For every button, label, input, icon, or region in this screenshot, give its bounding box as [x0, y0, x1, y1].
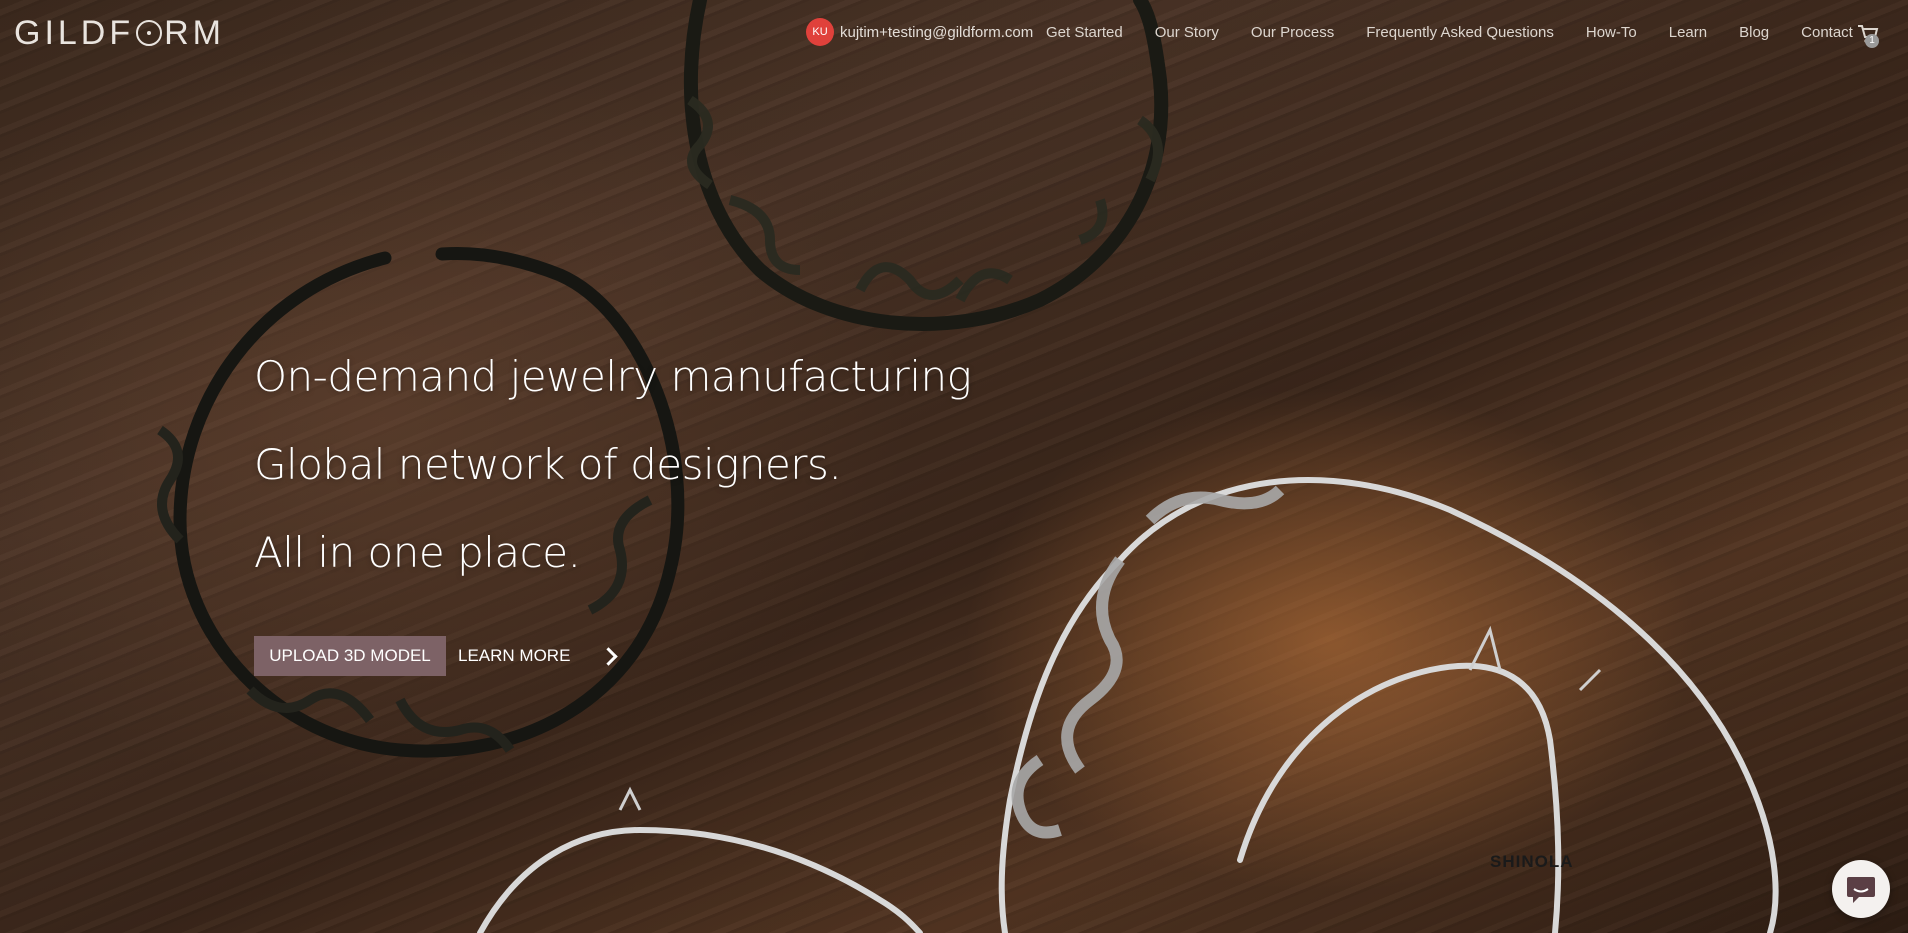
partner-logo-shinola: SHINOLA	[1490, 852, 1574, 871]
learn-more-label: LEARN MORE	[458, 646, 571, 665]
user-email[interactable]: kujtim+testing@gildform.com	[840, 24, 1033, 41]
nav-menu: Get Started Our Story Our Process Freque…	[1046, 24, 1885, 41]
nav-contact[interactable]: Contact	[1801, 24, 1853, 41]
learn-more-link[interactable]: LEARN MORE	[458, 636, 619, 676]
nav-blog[interactable]: Blog	[1739, 24, 1769, 41]
nav-how-to[interactable]: How-To	[1586, 24, 1637, 41]
nav-our-story[interactable]: Our Story	[1155, 24, 1219, 41]
logo-text-left: GILDF	[14, 14, 135, 52]
top-navigation: GILDF RM KU kujtim+testing@gildform.com G…	[0, 0, 1908, 70]
gildform-logo[interactable]: GILDF RM	[14, 14, 225, 53]
logo-text-right: RM	[164, 14, 226, 52]
nav-faq[interactable]: Frequently Asked Questions	[1366, 24, 1554, 41]
cart-count-badge: 1	[1865, 34, 1879, 48]
hero-headline-line-3: All in one place.	[254, 528, 581, 577]
nav-learn[interactable]: Learn	[1669, 24, 1707, 41]
hero-headline-line-2: Global network of designers.	[254, 440, 842, 489]
user-account[interactable]: KU kujtim+testing@gildform.com	[806, 18, 1033, 46]
logo-o-icon	[136, 20, 163, 46]
chevron-right-icon	[599, 646, 619, 666]
chat-bubble-icon	[1847, 877, 1875, 903]
nav-our-process[interactable]: Our Process	[1251, 24, 1334, 41]
upload-3d-model-button[interactable]: UPLOAD 3D MODEL	[254, 636, 446, 676]
nav-get-started[interactable]: Get Started	[1046, 24, 1123, 41]
hero-headline-line-1: On-demand jewelry manufacturing	[254, 352, 972, 401]
avatar[interactable]: KU	[806, 18, 834, 46]
chat-widget-button[interactable]	[1832, 860, 1890, 918]
